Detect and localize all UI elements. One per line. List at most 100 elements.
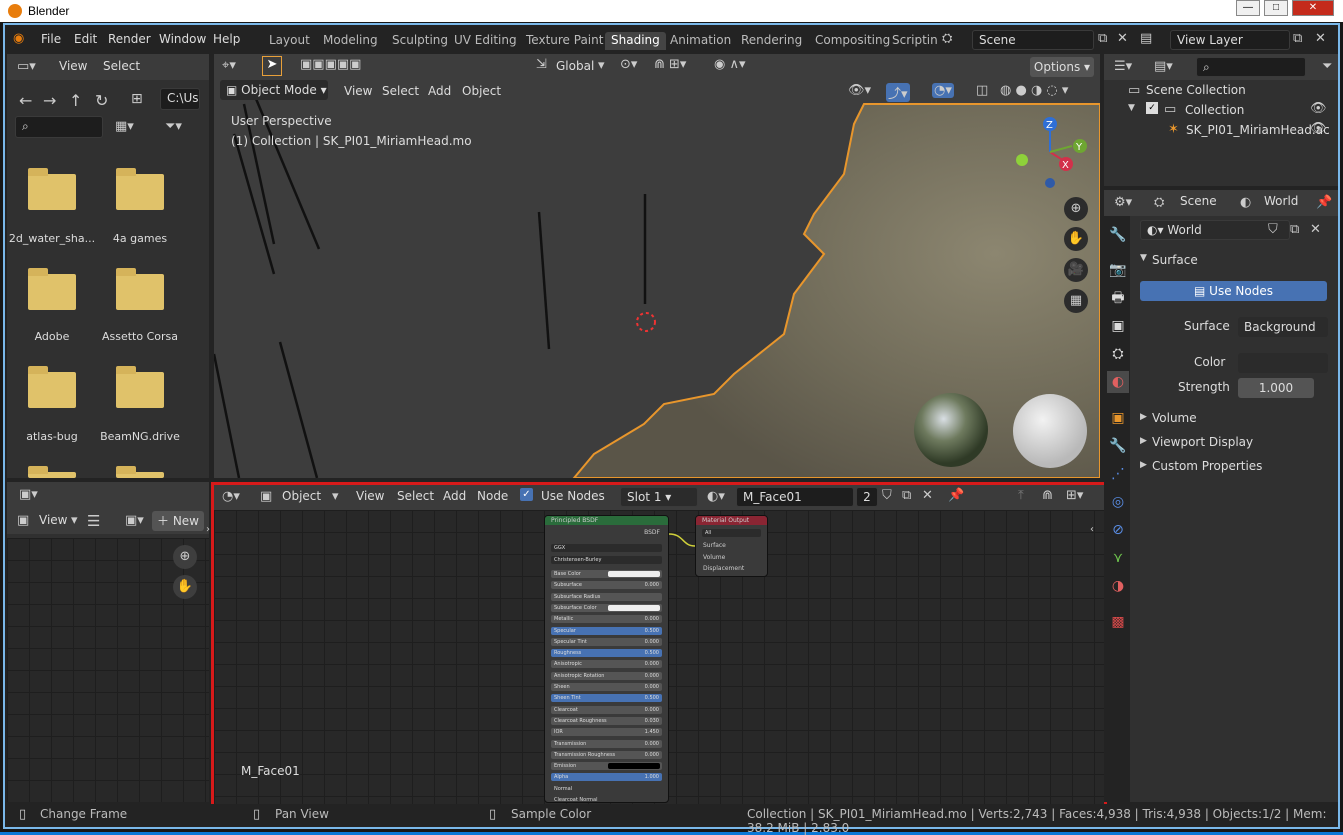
- refresh-icon[interactable]: ↻: [95, 91, 108, 110]
- grid-toggle-icon[interactable]: ▦: [1064, 289, 1088, 313]
- new-folder-icon[interactable]: ⊞: [131, 91, 143, 107]
- camera-view-icon[interactable]: 🎥: [1064, 258, 1088, 282]
- editor-type-icon[interactable]: ⚙▾: [1114, 195, 1132, 210]
- render-tab-icon[interactable]: 📷: [1107, 259, 1129, 281]
- filter-icon[interactable]: ⏷▾: [165, 119, 182, 134]
- tab-uv-editing[interactable]: UV Editing: [448, 32, 523, 50]
- texture-tab-icon[interactable]: ▩: [1107, 611, 1129, 633]
- expand-icon[interactable]: ▶: [1140, 412, 1147, 422]
- view-layer-tab-icon[interactable]: ▣: [1107, 315, 1129, 337]
- editor-type-icon[interactable]: ⌖▾: [222, 58, 236, 73]
- folder-icon[interactable]: [28, 466, 76, 478]
- folder-label[interactable]: 4a games: [95, 232, 185, 245]
- folder-icon[interactable]: [116, 168, 164, 210]
- folder-icon[interactable]: [116, 366, 164, 408]
- folder-label[interactable]: atlas-bug: [7, 430, 97, 443]
- menu-view[interactable]: View: [39, 513, 67, 527]
- expand-icon[interactable]: ▼: [1128, 103, 1135, 113]
- color-field[interactable]: [1238, 353, 1328, 373]
- forward-icon[interactable]: →: [43, 91, 56, 110]
- visibility-icon[interactable]: 👁▾: [848, 83, 871, 98]
- tab-modeling[interactable]: Modeling: [317, 32, 384, 50]
- options-button[interactable]: Options ▾: [1030, 57, 1094, 77]
- xray-icon[interactable]: ◫: [976, 83, 988, 98]
- modifier-tab-icon[interactable]: 🔧: [1107, 435, 1129, 457]
- scene-tab-icon[interactable]: ⛭: [1154, 195, 1164, 210]
- tool-tab-icon[interactable]: 🔧: [1107, 224, 1129, 246]
- tab-shading[interactable]: Shading: [605, 32, 666, 50]
- scene-tab-icon[interactable]: ⛭: [1107, 343, 1129, 365]
- material-tab-icon[interactable]: ◑: [1107, 575, 1129, 597]
- hand-pan-icon[interactable]: ✋: [173, 575, 197, 599]
- delete-view-layer-icon[interactable]: ✕: [1315, 31, 1326, 46]
- view-layer-field[interactable]: View Layer: [1170, 30, 1290, 50]
- menu-select[interactable]: Select: [103, 59, 140, 73]
- volume-panel[interactable]: Volume: [1152, 411, 1197, 425]
- parent-directory-icon[interactable]: ↑: [69, 91, 82, 110]
- menu-render[interactable]: Render: [108, 32, 151, 46]
- select-tool-icon[interactable]: ➤: [262, 56, 282, 76]
- menu-view[interactable]: View: [59, 59, 87, 73]
- snap-icon[interactable]: ⋒ ⊞▾: [654, 57, 686, 72]
- zoom-icon[interactable]: ⊕: [1064, 197, 1088, 221]
- folder-label[interactable]: 2d_water_sha...: [7, 232, 97, 245]
- outliner-search-input[interactable]: ⌕: [1196, 57, 1306, 77]
- editor-type-icon[interactable]: ☰▾: [1114, 59, 1132, 74]
- tab-rendering[interactable]: Rendering: [735, 32, 808, 50]
- new-image-button[interactable]: ＋ New: [152, 511, 204, 531]
- display-mode-icon[interactable]: ▤▾: [1154, 59, 1173, 74]
- object-mode-dropdown[interactable]: ▣ Object Mode ▾: [220, 80, 328, 100]
- 3d-cursor[interactable]: [636, 312, 656, 332]
- strength-field[interactable]: 1.000: [1238, 378, 1314, 398]
- menu-add[interactable]: Add: [428, 84, 451, 98]
- back-icon[interactable]: ←: [19, 91, 32, 110]
- filter-icon[interactable]: ⏷: [1322, 59, 1332, 74]
- world-breadcrumb[interactable]: World: [1264, 194, 1298, 208]
- folder-icon[interactable]: [28, 268, 76, 310]
- transform-orientation-label[interactable]: Global: [556, 59, 594, 73]
- image-browse-icon[interactable]: ▣▾: [125, 513, 144, 528]
- scene-breadcrumb[interactable]: Scene: [1180, 194, 1217, 208]
- fake-user-icon[interactable]: ⛉: [1268, 222, 1278, 237]
- dropdown-icon[interactable]: ▾: [598, 58, 605, 73]
- shading-mode-icons[interactable]: ◍ ● ◑ ◌ ▾: [1000, 83, 1068, 98]
- tab-scripting[interactable]: Scriptin: [886, 32, 944, 50]
- menu-file[interactable]: File: [41, 32, 61, 46]
- folder-icon[interactable]: [28, 168, 76, 210]
- file-search-input[interactable]: ⌕: [15, 116, 103, 138]
- dropdown-icon[interactable]: ▾: [71, 513, 78, 528]
- overlays-icon[interactable]: ◔▾: [932, 83, 954, 98]
- new-world-icon[interactable]: ⧉: [1290, 222, 1299, 237]
- tab-animation[interactable]: Animation: [664, 32, 737, 50]
- new-scene-icon[interactable]: ⧉: [1098, 31, 1107, 46]
- pivot-point-icon[interactable]: ⊙▾: [620, 57, 637, 72]
- menu-edit[interactable]: Edit: [74, 32, 97, 46]
- close-icon[interactable]: ✕: [1292, 0, 1334, 16]
- menu-view[interactable]: View: [344, 84, 372, 98]
- collapse-icon[interactable]: ▼: [1140, 253, 1147, 263]
- outliner-scene-collection[interactable]: Scene Collection: [1146, 83, 1246, 97]
- pin-icon[interactable]: 📌: [1316, 195, 1332, 210]
- viewport-display-panel[interactable]: Viewport Display: [1152, 435, 1253, 449]
- folder-icon[interactable]: [28, 366, 76, 408]
- particles-tab-icon[interactable]: ⋰: [1107, 463, 1129, 485]
- collection-checkbox[interactable]: ✓: [1146, 102, 1158, 114]
- expand-icon[interactable]: ▶: [1140, 436, 1147, 446]
- 3d-viewport[interactable]: Z X Y ⌖▾ ➤ ▣▣▣▣▣ ⇲ Global ▾ ⊙▾ ⋒ ⊞▾ ◉ ∧▾…: [214, 54, 1100, 478]
- surface-panel-title[interactable]: Surface: [1152, 253, 1198, 267]
- new-view-layer-icon[interactable]: ⧉: [1293, 31, 1302, 46]
- menu-help[interactable]: Help: [213, 32, 240, 46]
- minimize-icon[interactable]: —: [1236, 0, 1260, 16]
- menu-select[interactable]: Select: [382, 84, 419, 98]
- tab-sculpting[interactable]: Sculpting: [386, 32, 454, 50]
- folder-label[interactable]: Adobe: [7, 330, 97, 343]
- menu-window[interactable]: Window: [159, 32, 206, 46]
- hand-pan-icon[interactable]: ✋: [1064, 227, 1088, 251]
- editor-type-icon[interactable]: ▭▾: [17, 59, 36, 74]
- eye-icon[interactable]: 👁: [1310, 121, 1327, 136]
- maximize-icon[interactable]: □: [1264, 0, 1288, 16]
- delete-scene-icon[interactable]: ✕: [1117, 31, 1128, 46]
- surface-shader-field[interactable]: Background: [1238, 317, 1328, 337]
- view-layer-icon[interactable]: ▤: [1140, 31, 1152, 46]
- eye-icon[interactable]: 👁: [1310, 101, 1327, 116]
